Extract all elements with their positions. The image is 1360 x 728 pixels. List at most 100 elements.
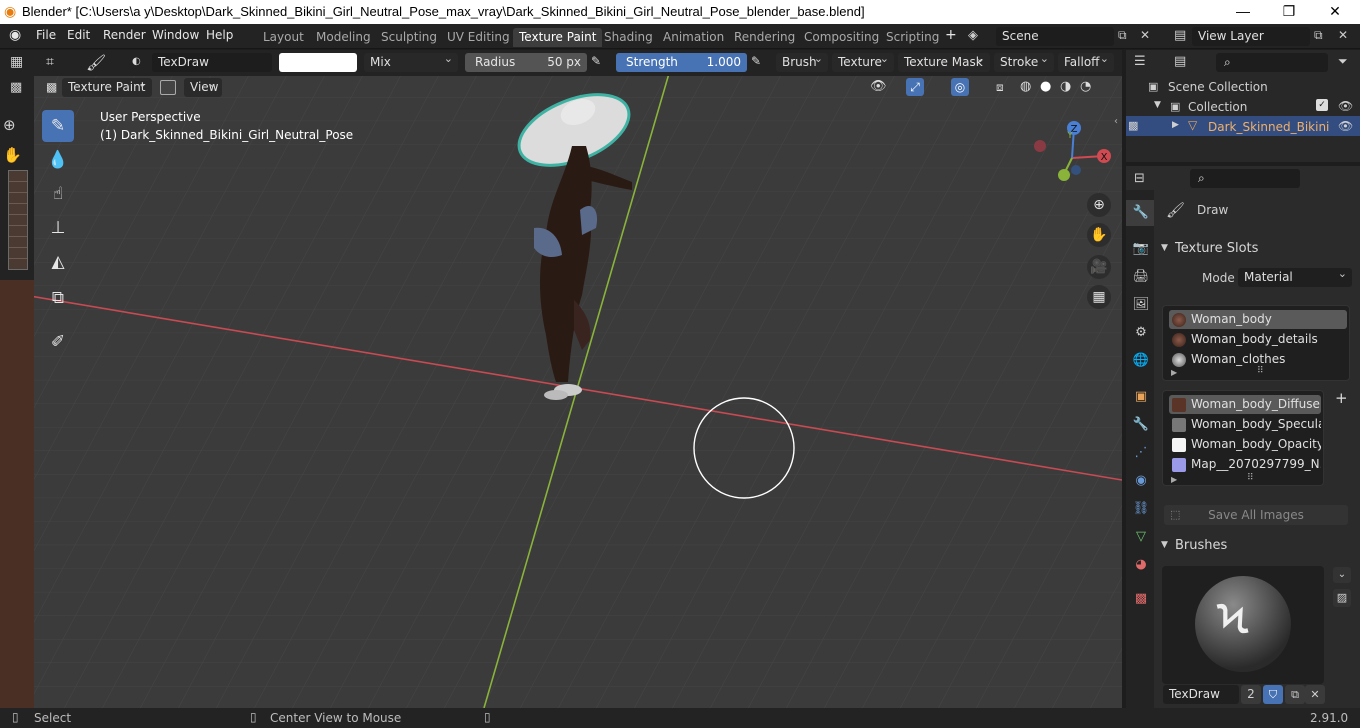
close-button[interactable]: ✕ bbox=[1312, 2, 1358, 22]
tab-layout[interactable]: Layout bbox=[257, 28, 310, 47]
brush-color-swatch[interactable] bbox=[279, 53, 357, 72]
slot-mode-dropdown[interactable]: Material bbox=[1238, 267, 1352, 287]
list-expand-icon[interactable]: ▶ bbox=[1171, 368, 1177, 377]
material-shading-icon[interactable]: ◑ bbox=[1060, 79, 1071, 94]
overlays-toggle-icon[interactable]: ◎ bbox=[951, 78, 969, 96]
3d-viewport[interactable]: ⌗ 🖌 ◐ TexDraw Mix Radius 50 px ✎ Strengt… bbox=[34, 50, 1122, 708]
delete-scene-icon[interactable]: ✕ bbox=[1140, 28, 1150, 42]
object-visibility-icon[interactable]: 👁 bbox=[1338, 119, 1353, 133]
list-resize-handle-icon[interactable]: ⠿ bbox=[1247, 473, 1254, 483]
annotate-tool-button[interactable]: ✐ bbox=[42, 326, 74, 358]
material-item-woman-body-details[interactable]: Woman_body_details bbox=[1169, 330, 1347, 349]
camera-view-button[interactable]: 🎥 bbox=[1087, 255, 1111, 279]
output-tab-icon[interactable]: 🖨 bbox=[1132, 268, 1150, 286]
collection-label[interactable]: Collection bbox=[1188, 100, 1247, 114]
view-layer-tab-icon[interactable]: 🖼 bbox=[1132, 296, 1150, 314]
ortho-toggle-button[interactable]: ▦ bbox=[1087, 285, 1111, 309]
sidebar-toggle-icon[interactable]: ‹ bbox=[1114, 116, 1118, 127]
stroke-menu[interactable]: Stroke bbox=[994, 52, 1054, 72]
mask-toggle-icon[interactable] bbox=[160, 80, 176, 95]
properties-search-input[interactable]: ⌕ bbox=[1190, 169, 1300, 188]
collection-checkbox[interactable]: ✓ bbox=[1316, 99, 1328, 111]
fake-user-shield-icon[interactable]: ⛉ bbox=[1263, 685, 1283, 704]
maximize-button[interactable]: ❐ bbox=[1266, 2, 1312, 22]
brushes-header[interactable]: Brushes bbox=[1175, 538, 1227, 553]
brush-name-field[interactable]: TexDraw bbox=[152, 53, 272, 72]
strength-pressure-icon[interactable]: ✎ bbox=[751, 54, 761, 68]
world-tab-icon[interactable]: 🌐 bbox=[1132, 352, 1150, 370]
object-expand-icon[interactable]: ▶ bbox=[1172, 120, 1179, 130]
display-mode-icon[interactable]: ▤ bbox=[1174, 54, 1186, 69]
brushes-collapse-icon[interactable]: ▼ bbox=[1161, 540, 1168, 550]
brush-datablock-name[interactable]: TexDraw bbox=[1163, 685, 1239, 704]
properties-editor-icon[interactable]: ⊟ bbox=[1134, 171, 1145, 186]
rendered-shading-icon[interactable]: ◔ bbox=[1080, 79, 1091, 94]
brush-image-icon[interactable]: ▨ bbox=[1333, 589, 1351, 607]
image-item-opacity[interactable]: Woman_body_Opacity.... bbox=[1169, 435, 1321, 454]
texture-slots-header[interactable]: Texture Slots bbox=[1175, 241, 1258, 256]
brush-menu[interactable]: Brush bbox=[776, 52, 828, 72]
scene-icon[interactable]: ◈ bbox=[968, 28, 978, 43]
texture-mask-menu[interactable]: Texture Mask bbox=[898, 52, 990, 72]
scene-collection-label[interactable]: Scene Collection bbox=[1168, 80, 1268, 94]
collection-visibility-icon[interactable]: 👁 bbox=[1338, 99, 1353, 113]
data-tab-icon[interactable]: ▽ bbox=[1132, 528, 1150, 546]
navigation-gizmo[interactable]: X Z Y bbox=[1030, 116, 1116, 186]
outliner-search-input[interactable]: ⌕ bbox=[1216, 53, 1328, 72]
pan-hand-icon[interactable]: ✋ bbox=[3, 146, 22, 164]
modifier-tab-icon[interactable]: 🔧 bbox=[1132, 416, 1150, 434]
wireframe-shading-icon[interactable]: ◍ bbox=[1020, 79, 1031, 94]
add-workspace-icon[interactable]: + bbox=[945, 27, 957, 43]
tab-sculpting[interactable]: Sculpting bbox=[375, 28, 443, 47]
brush-user-count[interactable]: 2 bbox=[1241, 685, 1261, 704]
falloff-menu[interactable]: Falloff bbox=[1058, 52, 1114, 72]
unlink-brush-icon[interactable]: ✕ bbox=[1305, 685, 1325, 704]
zoom-icon[interactable]: ⊕ bbox=[3, 116, 16, 134]
material-item-woman-body[interactable]: Woman_body bbox=[1169, 310, 1347, 329]
tab-shading[interactable]: Shading bbox=[598, 28, 659, 47]
texture-menu[interactable]: Texture bbox=[832, 52, 894, 72]
new-view-layer-icon[interactable]: ⧉ bbox=[1314, 28, 1323, 43]
checker-icon[interactable]: ▩ bbox=[10, 80, 22, 95]
viewport-overlay-visibility-icon[interactable]: 👁 bbox=[870, 79, 887, 94]
solid-shading-icon[interactable]: ● bbox=[1040, 79, 1051, 94]
brush-menu-chevron-icon[interactable]: ⌄ bbox=[1333, 567, 1351, 583]
strength-slider[interactable]: Strength 1.000 bbox=[616, 53, 747, 72]
zoom-view-button[interactable]: ⊕ bbox=[1087, 193, 1111, 217]
tab-texture-paint[interactable]: Texture Paint bbox=[513, 28, 603, 47]
soften-tool-button[interactable]: 💧 bbox=[42, 144, 74, 176]
brush-browse-icon[interactable]: ◐ bbox=[132, 56, 141, 67]
smear-tool-button[interactable]: ☝ bbox=[42, 178, 74, 210]
brush-icon[interactable]: 🖌 bbox=[86, 53, 106, 72]
tool-tab-icon[interactable]: 🔧 bbox=[1132, 204, 1150, 222]
constraints-tab-icon[interactable]: ⛓ bbox=[1132, 500, 1150, 518]
mode-dropdown[interactable]: Texture Paint bbox=[62, 77, 152, 97]
view-menu[interactable]: View bbox=[184, 77, 222, 97]
minimize-button[interactable]: — bbox=[1220, 2, 1266, 22]
menu-edit[interactable]: Edit bbox=[67, 28, 90, 42]
editor-type-icon[interactable]: ▦ bbox=[10, 54, 23, 70]
gizmo-toggle-icon[interactable]: ⤢ bbox=[906, 78, 924, 96]
view-layer-icon[interactable]: ▤ bbox=[1174, 28, 1186, 43]
blend-mode-dropdown[interactable]: Mix bbox=[364, 52, 458, 72]
outliner-editor-icon[interactable]: ☰ bbox=[1134, 54, 1146, 69]
filter-icon[interactable]: ⏷ bbox=[1338, 54, 1348, 69]
blender-menu-icon[interactable]: ◉ bbox=[9, 27, 21, 43]
object-label[interactable]: Dark_Skinned_Bikini bbox=[1208, 120, 1329, 134]
tab-animation[interactable]: Animation bbox=[657, 28, 730, 47]
texture-tab-icon[interactable]: ▩ bbox=[1132, 590, 1150, 608]
material-tab-icon[interactable]: ◕ bbox=[1132, 556, 1150, 574]
render-tab-icon[interactable]: 📷 bbox=[1132, 240, 1150, 258]
add-texture-slot-icon[interactable]: + bbox=[1335, 389, 1348, 407]
scene-tab-icon[interactable]: ⚙ bbox=[1132, 324, 1150, 342]
view-layer-field[interactable]: View Layer bbox=[1192, 27, 1310, 46]
menu-file[interactable]: File bbox=[36, 28, 56, 42]
particles-tab-icon[interactable]: ⋰ bbox=[1132, 444, 1150, 462]
duplicate-brush-icon[interactable]: ⧉ bbox=[1285, 685, 1305, 704]
tab-scripting[interactable]: Scripting bbox=[880, 28, 945, 47]
save-all-images-button[interactable]: ⬚ Save All Images bbox=[1164, 505, 1348, 525]
menu-render[interactable]: Render bbox=[103, 28, 146, 42]
menu-window[interactable]: Window bbox=[152, 28, 199, 42]
texture-slots-collapse-icon[interactable]: ▼ bbox=[1161, 243, 1168, 253]
texture-paint-mode-icon[interactable]: ▩ bbox=[46, 80, 57, 94]
